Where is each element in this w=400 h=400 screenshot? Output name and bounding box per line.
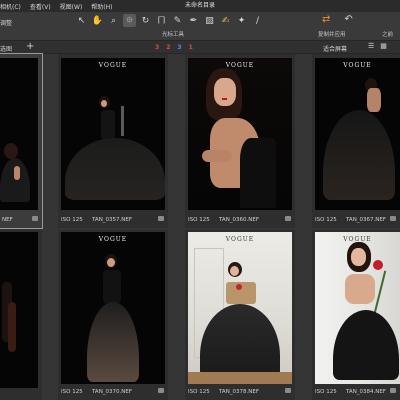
cursor-tools-label: 光标工具 (162, 32, 185, 38)
arrow-cursor-icon[interactable]: ↖ (75, 14, 88, 27)
thumbnail-meta: NEF (0, 212, 42, 228)
flag-icon[interactable] (285, 388, 291, 393)
filter-bar: 选图 + 3 2 3 1 适合屏幕 ☰ ▦ (0, 40, 400, 54)
photo-thumbnail[interactable]: VOGUE (188, 58, 292, 210)
thumbnail-cell[interactable]: VOGUE ISO 125 TAN_0378.NEF (185, 230, 295, 400)
cursor-tools: ↖ ✋ ⌕ ⯐ ↻ ⨅ ✎ ✒ ▨ ✍ ✦ ∕ (75, 14, 264, 27)
iso-value: ISO 125 (315, 217, 337, 223)
filename: TAN_0360.NEF (219, 217, 260, 223)
zoom-fit-select[interactable]: 适合屏幕 (323, 44, 347, 53)
thumbnail-meta: ISO 125 TAN_0384.NEF (312, 384, 400, 400)
menu-bar: 相机(C) 查看(V) 视图(W) 帮助(H) (0, 0, 400, 12)
iso-value: ISO 125 (61, 389, 83, 395)
keystone-icon[interactable]: ⨅ (155, 14, 168, 27)
thumbnail-cell[interactable]: VOGUE ISO 125 TAN_0357.NEF (58, 54, 168, 228)
filename: TAN_0370.NEF (92, 389, 133, 395)
thumbnail-cell[interactable]: VOGUE ISO 125 TAN_0384.NEF (312, 230, 400, 400)
photo-thumbnail[interactable]: VOGUE (315, 58, 400, 210)
copy-apply-icon[interactable]: ⇄ (322, 14, 330, 25)
adjust-label[interactable]: 调整 (0, 18, 12, 27)
spot-heal-icon[interactable]: ✦ (235, 14, 248, 27)
toolbar: 调整 ↖ ✋ ⌕ ⯐ ↻ ⨅ ✎ ✒ ▨ ✍ ✦ ∕ 光标工具 ⇄ ↶ 复制并应… (0, 12, 400, 40)
flag-icon[interactable] (32, 216, 38, 221)
iso-value: ISO 125 (315, 389, 337, 395)
menu-camera[interactable]: 相机(C) (0, 2, 21, 11)
picker-icon[interactable]: ✎ (171, 14, 184, 27)
thumbnail-cell[interactable]: NEF (0, 53, 43, 229)
view-options: ☰ ▦ (368, 42, 387, 50)
select-label[interactable]: 选图 (0, 44, 12, 53)
flag-icon[interactable] (390, 216, 396, 221)
filename: TAN_0367.NEF (346, 217, 387, 223)
eraser-icon[interactable]: ▨ (203, 14, 216, 27)
flag-icon[interactable] (158, 216, 164, 221)
filename: TAN_0378.NEF (219, 389, 260, 395)
thumbnail-meta: ISO 125 TAN_0360.NEF (185, 212, 295, 228)
vogue-watermark: VOGUE (98, 236, 128, 243)
thumbnail-cell[interactable]: VOGUE ISO 125 TAN_0370.NEF (58, 230, 168, 400)
thumbnail-cell[interactable] (0, 230, 42, 400)
list-view-icon[interactable]: ☰ (368, 42, 374, 50)
photo-thumbnail[interactable] (0, 232, 38, 388)
vogue-watermark: VOGUE (98, 62, 128, 69)
filename: NEF (2, 217, 13, 223)
vogue-watermark: VOGUE (343, 62, 372, 69)
toolbar-right: ⇄ ↶ (322, 14, 353, 25)
zoom-icon[interactable]: ⌕ (107, 14, 120, 27)
thumbnail-meta: ISO 125 TAN_0370.NEF (58, 384, 168, 400)
menu-help[interactable]: 帮助(H) (91, 2, 112, 11)
flag-icon[interactable] (390, 388, 396, 393)
filename: TAN_0384.NEF (346, 389, 387, 395)
thumbnail-meta: ISO 125 TAN_0367.NEF (312, 212, 400, 228)
menu-window[interactable]: 视图(W) (60, 2, 83, 11)
photo-thumbnail[interactable] (0, 58, 38, 210)
flag-icon[interactable] (285, 216, 291, 221)
vogue-watermark: VOGUE (225, 236, 255, 243)
photo-thumbnail[interactable]: VOGUE (61, 58, 165, 210)
thumbnail-cell[interactable]: VOGUE ISO 125 TAN_0360.NEF (185, 54, 295, 228)
label-count[interactable]: 3 (177, 44, 181, 51)
color-label-counts: 3 2 3 1 (155, 44, 193, 51)
label-count[interactable]: 2 (166, 44, 170, 51)
rotate-icon[interactable]: ↻ (139, 14, 152, 27)
grid-view-icon[interactable]: ▦ (380, 42, 387, 50)
copy-apply-label: 复制并应用 (318, 32, 346, 38)
previous-label: 之前 (382, 32, 394, 38)
crop-icon[interactable]: ⯐ (123, 14, 136, 27)
photo-thumbnail[interactable]: VOGUE (315, 232, 400, 384)
thumbnail-grid: NEF VOGUE ISO 125 TAN_0357.NEF VOGUE ISO… (0, 53, 400, 400)
thumbnail-meta: ISO 125 TAN_0378.NEF (185, 384, 295, 400)
vogue-watermark: VOGUE (225, 62, 255, 69)
filename: TAN_0357.NEF (92, 217, 133, 223)
thumbnail-meta: ISO 125 TAN_0357.NEF (58, 212, 168, 228)
iso-value: ISO 125 (61, 217, 83, 223)
iso-value: ISO 125 (188, 389, 210, 395)
label-count[interactable]: 3 (155, 44, 159, 51)
gradient-icon[interactable]: ∕ (251, 14, 264, 27)
thumbnail-cell[interactable]: VOGUE ISO 125 TAN_0367.NEF (312, 54, 400, 228)
photo-thumbnail[interactable]: VOGUE (188, 232, 292, 384)
photo-thumbnail[interactable]: VOGUE (61, 232, 165, 384)
brush-icon[interactable]: ✒ (187, 14, 200, 27)
wb-picker-icon[interactable]: ✍ (219, 14, 232, 27)
menu-view[interactable]: 查看(V) (30, 2, 51, 11)
previous-icon[interactable]: ↶ (344, 14, 352, 25)
label-count[interactable]: 1 (189, 44, 193, 51)
iso-value: ISO 125 (188, 217, 210, 223)
add-icon[interactable]: + (26, 41, 34, 52)
pan-hand-icon[interactable]: ✋ (91, 14, 104, 27)
flag-icon[interactable] (158, 388, 164, 393)
